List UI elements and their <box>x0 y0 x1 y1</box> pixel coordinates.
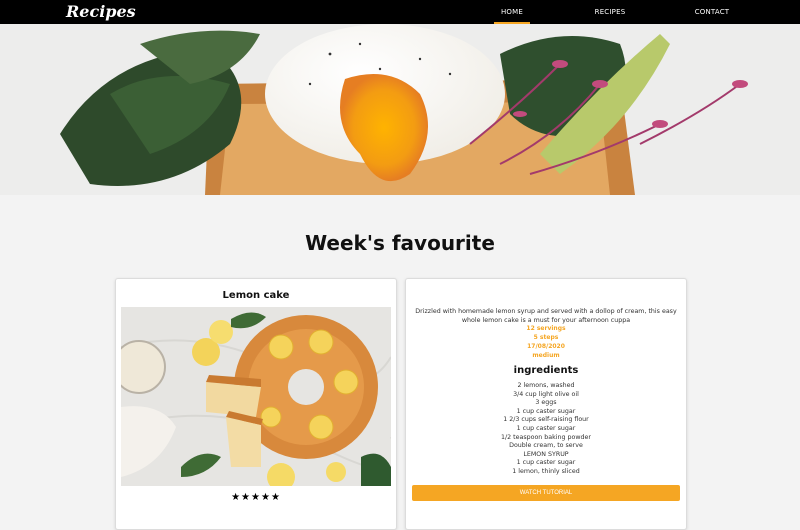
recipe-date: 17/08/2020 <box>527 343 565 350</box>
list-item: 1/2 teaspoon baking powder <box>500 433 591 441</box>
list-item: 1 lemon, thinly sliced <box>512 467 580 475</box>
watch-tutorial-button[interactable]: WATCH TUTORIAL <box>412 485 680 501</box>
rating-stars: ★★★★★ <box>231 492 281 503</box>
recipe-steps: 5 steps <box>533 334 559 341</box>
hero-image <box>0 24 800 195</box>
nav-recipes[interactable]: RECIPES <box>594 0 626 24</box>
ingredients-title: ingredients <box>513 365 579 376</box>
nav-home[interactable]: HOME <box>494 0 530 24</box>
recipe-difficulty: medium <box>532 352 560 359</box>
list-item: 1 cup caster sugar <box>516 407 576 415</box>
brand-logo[interactable]: Recipes <box>66 0 136 24</box>
list-item: 1 cup caster sugar <box>516 459 576 467</box>
section-title: Week's favourite <box>305 231 495 255</box>
recipe-photo[interactable] <box>121 307 391 486</box>
list-item: 2 lemons, washed <box>517 382 575 389</box>
list-item: 1 cup caster sugar <box>516 424 576 432</box>
list-item: LEMON SYRUP <box>523 450 569 458</box>
recipe-description: Drizzled with homemade lemon syrup and s… <box>415 308 677 324</box>
list-item: 1 2/3 cups self-raising flour <box>503 416 589 424</box>
list-item: Double cream, to serve <box>509 442 583 450</box>
ingredients-list: 2 lemons, washed 3/4 cup light olive oil… <box>406 382 686 477</box>
recipe-servings: 12 servings <box>526 325 566 332</box>
nav-contact[interactable]: CONTACT <box>692 0 732 24</box>
recipe-card-details: Drizzled with homemade lemon syrup and s… <box>405 278 687 530</box>
recipe-title: Lemon cake <box>222 290 290 301</box>
recipe-card-image: Lemon cake ★★★★★ <box>115 278 397 530</box>
top-nav: Recipes HOME RECIPES CONTACT <box>0 0 800 24</box>
list-item: 3/4 cup light olive oil <box>513 390 579 398</box>
list-item: 3 eggs <box>535 399 557 407</box>
